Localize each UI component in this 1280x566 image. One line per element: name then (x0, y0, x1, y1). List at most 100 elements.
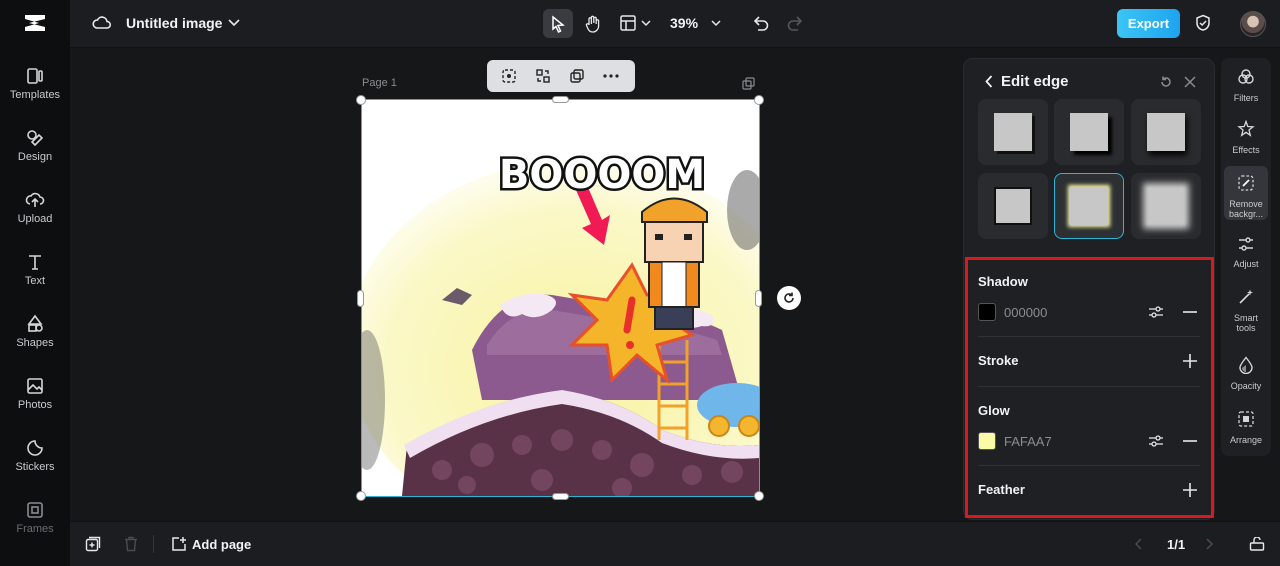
chevron-left-icon (985, 74, 993, 88)
right-sidebar: Filters Effects Remove backgr... Adjust … (1221, 58, 1271, 456)
sidebar-item-label: Arrange (1229, 435, 1263, 445)
top-toolbar: Untitled image 39% Export (70, 0, 1280, 48)
resize-handle-top-right[interactable] (754, 95, 764, 105)
templates-icon (27, 68, 43, 84)
design-icon (27, 130, 44, 147)
sidebar-item-label: Effects (1232, 145, 1260, 155)
expand-panel-button[interactable] (1248, 535, 1266, 553)
sidebar-item-label: Frames (16, 523, 54, 535)
sidebar-item-filters[interactable]: Filters (1224, 68, 1268, 104)
resize-handle-right[interactable] (755, 290, 762, 307)
sidebar-item-label: Smart tools (1233, 313, 1258, 333)
reset-icon (1161, 76, 1171, 87)
sidebar-item-label: Photos (17, 399, 53, 411)
hand-tool-button[interactable] (578, 9, 608, 38)
replace-button[interactable] (534, 67, 552, 85)
sidebar-item-label: Filters (1233, 93, 1259, 103)
redo-icon (787, 16, 803, 31)
sidebar-item-label: Adjust (1233, 259, 1259, 269)
edge-preset-6[interactable] (1131, 173, 1201, 239)
sidebar-item-adjust[interactable]: Adjust (1224, 236, 1268, 272)
chevron-down-icon[interactable] (640, 15, 652, 31)
crop-icon (502, 69, 516, 83)
add-frame-icon (85, 536, 101, 552)
sidebar-item-frames[interactable]: Frames (0, 500, 70, 552)
capcut-logo-icon[interactable] (22, 10, 48, 36)
select-tool-button[interactable] (543, 9, 573, 38)
zoom-dropdown-chevron-icon[interactable] (710, 15, 722, 31)
app-window: Templates Design Upload Text Shapes Phot… (0, 0, 1280, 566)
rotate-icon (784, 292, 794, 303)
sidebar-item-label: Design (17, 151, 53, 163)
add-page-button[interactable]: Add page (192, 537, 251, 552)
close-button[interactable] (1181, 73, 1199, 91)
sidebar-item-design[interactable]: Design (0, 128, 70, 180)
sidebar-item-label: Text (24, 275, 46, 287)
next-page-icon[interactable] (1203, 537, 1215, 551)
delete-button[interactable] (122, 535, 140, 553)
more-icon (603, 74, 619, 78)
resize-handle-top[interactable] (552, 96, 569, 103)
cloud-sync-icon[interactable] (92, 13, 112, 33)
shield-button[interactable] (1193, 13, 1213, 33)
boom-text: BOOOOM (499, 152, 705, 198)
sidebar-item-effects[interactable]: Effects (1224, 119, 1268, 156)
reset-button[interactable] (1157, 73, 1175, 91)
zoom-level[interactable]: 39% (670, 15, 698, 31)
resize-handle-bottom-left[interactable] (356, 491, 366, 501)
user-avatar[interactable] (1240, 11, 1266, 37)
resize-handle-bottom[interactable] (552, 493, 569, 500)
floating-toolbar (487, 60, 635, 92)
left-sidebar: Templates Design Upload Text Shapes Phot… (0, 0, 70, 566)
sidebar-item-opacity[interactable]: Opacity (1224, 356, 1268, 392)
layer-button[interactable] (568, 67, 586, 85)
chevron-down-icon[interactable] (227, 15, 241, 31)
duplicate-page-icon[interactable] (742, 77, 755, 95)
edge-preset-4[interactable] (978, 173, 1048, 239)
sidebar-item-label: Upload (17, 213, 53, 225)
sidebar-item-smart-tools[interactable]: Smart tools (1224, 288, 1268, 334)
resize-handle-left[interactable] (357, 290, 364, 307)
crop-tool-button[interactable] (500, 67, 518, 85)
filters-icon (1238, 69, 1254, 84)
previous-page-icon[interactable] (1133, 537, 1145, 551)
edge-preset-3[interactable] (1131, 99, 1201, 165)
resize-handle-bottom-right[interactable] (754, 491, 764, 501)
sidebar-item-text[interactable]: Text (0, 252, 70, 304)
sidebar-item-label: Shapes (16, 337, 54, 349)
sidebar-item-remove-background[interactable]: Remove backgr... (1224, 166, 1268, 220)
artboard-image[interactable]: BOOOOM (362, 100, 759, 496)
shapes-icon (27, 314, 43, 332)
undo-button[interactable] (751, 13, 771, 33)
hand-icon (585, 15, 600, 33)
edge-preset-2[interactable] (1054, 99, 1124, 165)
layout-button[interactable] (618, 13, 638, 33)
page-indicator: 1/1 (1167, 537, 1186, 552)
sidebar-item-upload[interactable]: Upload (0, 190, 70, 242)
add-page-icon[interactable] (171, 536, 187, 552)
resize-handle-top-left[interactable] (356, 95, 366, 105)
edge-preset-5-selected[interactable] (1054, 173, 1124, 239)
bottom-bar: Add page 1/1 (70, 521, 1280, 566)
sidebar-item-shapes[interactable]: Shapes (0, 314, 70, 366)
panel-title: Edit edge (1001, 73, 1069, 90)
expand-icon (1249, 537, 1265, 551)
close-icon (1184, 76, 1196, 88)
opacity-icon (1239, 356, 1253, 375)
sidebar-item-stickers[interactable]: Stickers (0, 438, 70, 490)
edge-preset-1[interactable] (978, 99, 1048, 165)
sidebar-item-label: Remove backgr... (1228, 199, 1264, 219)
toolbar-divider (153, 535, 154, 553)
cursor-icon (552, 14, 565, 33)
sidebar-item-templates[interactable]: Templates (0, 66, 70, 118)
sidebar-item-photos[interactable]: Photos (0, 376, 70, 428)
document-title[interactable]: Untitled image (126, 15, 222, 31)
export-button[interactable]: Export (1117, 9, 1180, 38)
add-frame-button[interactable] (84, 535, 102, 553)
shield-icon (1196, 14, 1210, 31)
back-button[interactable] (982, 73, 996, 89)
more-options-button[interactable] (602, 67, 620, 85)
redo-button[interactable] (785, 13, 805, 33)
sidebar-item-arrange[interactable]: Arrange (1224, 410, 1268, 446)
rotate-handle[interactable] (777, 286, 801, 310)
